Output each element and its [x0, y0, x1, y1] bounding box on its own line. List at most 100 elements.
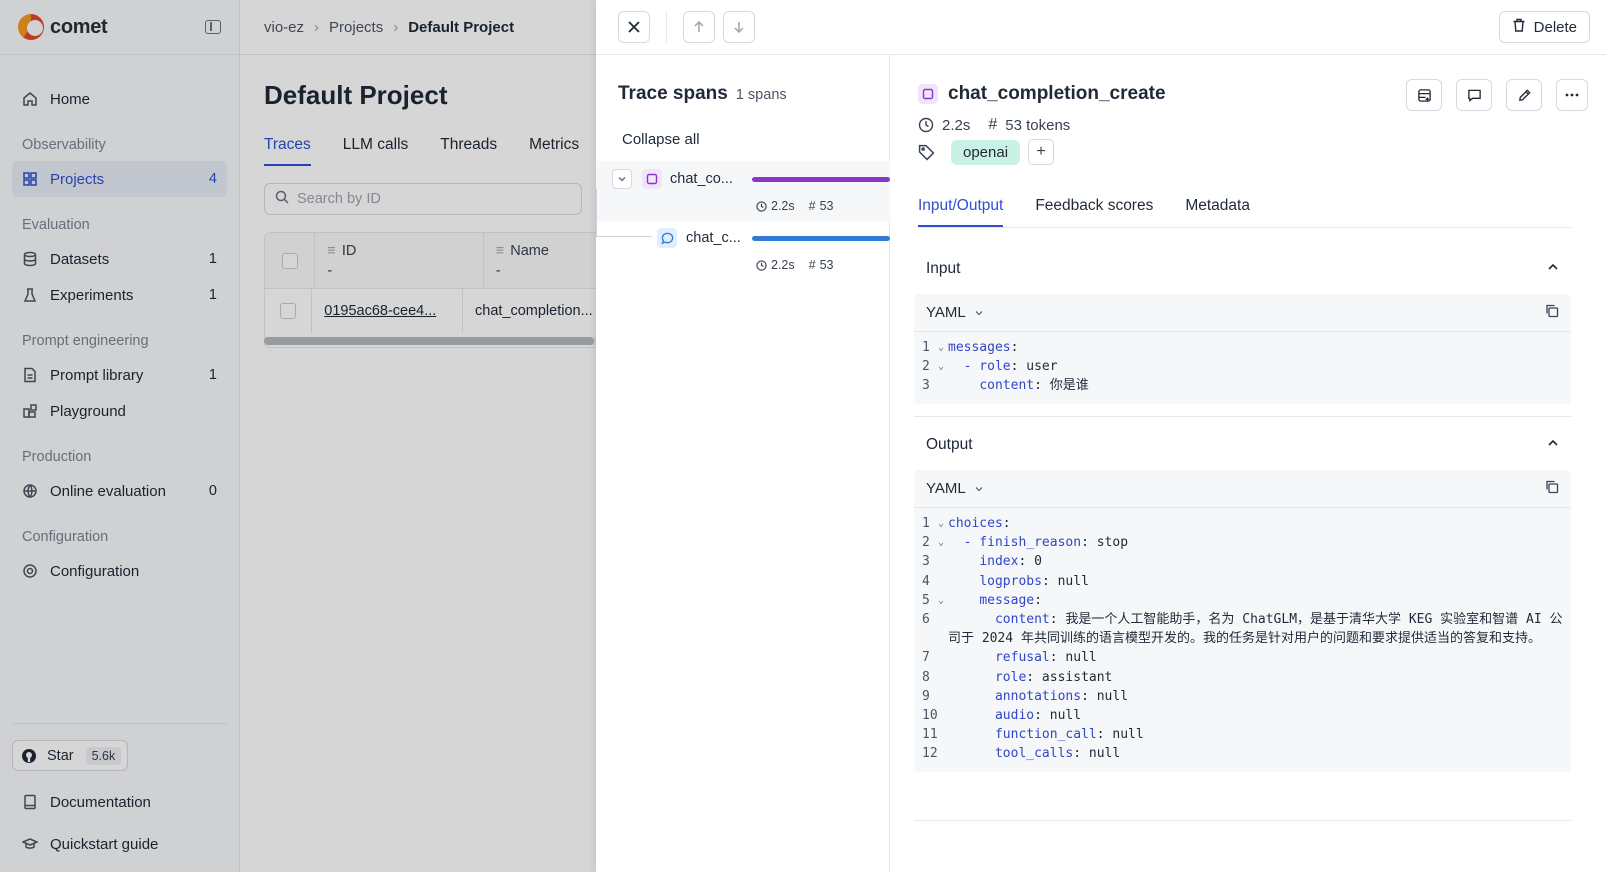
span-duration-value: 2.2s: [771, 258, 795, 272]
output-section-header[interactable]: Output: [914, 420, 1571, 470]
yaml-value: null: [1041, 708, 1082, 724]
annotate-button[interactable]: [1506, 79, 1542, 111]
span-tokens-value: 53: [819, 199, 834, 213]
copy-icon[interactable]: [1545, 480, 1559, 498]
line-number: 6: [922, 610, 948, 648]
arrow-down-icon: [734, 22, 744, 33]
output-format-select[interactable]: YAML: [926, 480, 984, 497]
line-number: 7: [922, 648, 948, 667]
line-number-text: 12: [922, 746, 938, 762]
input-format-select[interactable]: YAML: [926, 304, 984, 321]
code-line: 9 annotations: null: [922, 687, 1563, 706]
yaml-key: choices: [948, 516, 1003, 531]
fold-chevron-icon[interactable]: ⌄: [938, 591, 944, 610]
more-horizontal-icon: [1565, 93, 1579, 97]
line-number-text: 1: [922, 340, 930, 355]
line-number-text: 4: [922, 573, 930, 589]
yaml-key: refusal: [994, 650, 1050, 666]
add-tag-button[interactable]: +: [1028, 139, 1055, 165]
span-tokens: # 53 tokens: [988, 116, 1070, 134]
tab-input-output[interactable]: Input/Output: [918, 197, 1004, 227]
chevron-down-icon[interactable]: [612, 169, 632, 189]
fold-chevron-icon[interactable]: ⌄: [938, 338, 944, 357]
span-tokens-value: 53 tokens: [1005, 116, 1071, 134]
modal-backdrop[interactable]: [0, 0, 596, 872]
span-stats: 2.2s # 53 tokens: [918, 116, 1070, 134]
copy-icon[interactable]: [1545, 304, 1559, 322]
fold-chevron-icon[interactable]: ⌄: [938, 514, 944, 533]
line-content: message:: [979, 592, 1042, 608]
code-line: 8 role: assistant: [922, 668, 1563, 687]
output-section: Output YAML 1 ⌄ choices: 2 ⌄ - finish_re…: [914, 420, 1571, 772]
input-section-header[interactable]: Input: [914, 244, 1571, 294]
close-button[interactable]: [618, 11, 650, 43]
line-number-text: 7: [922, 650, 930, 666]
yaml-key: function_call: [994, 727, 1097, 743]
previous-trace-button[interactable]: [683, 11, 715, 43]
code-line: 1 ⌄ messages:: [922, 338, 1563, 357]
span-row[interactable]: chat_c... 2.2s # 53: [596, 221, 890, 281]
yaml-key: content: [994, 612, 1050, 628]
hash-icon: #: [988, 116, 998, 133]
chevron-up-icon[interactable]: [1547, 260, 1559, 278]
hash-icon: #: [808, 199, 816, 213]
chevron-up-icon[interactable]: [1547, 436, 1559, 454]
tag-icon: [918, 144, 935, 161]
comment-button[interactable]: [1456, 79, 1492, 111]
span-meta: 2.2s # 53: [756, 199, 834, 213]
collapse-all-button[interactable]: Collapse all: [622, 131, 700, 148]
span-duration-bar: [752, 236, 890, 241]
yaml-value: user: [1018, 359, 1058, 375]
line-content: messages:: [948, 340, 1019, 355]
yaml-key: audio: [994, 708, 1035, 724]
tab-feedback-scores[interactable]: Feedback scores: [1035, 197, 1153, 227]
tag-openai[interactable]: openai: [951, 139, 1021, 165]
span-duration: 2.2s: [756, 258, 795, 272]
line-number: 3: [922, 376, 948, 395]
add-to-dataset-button[interactable]: [1406, 79, 1442, 111]
yaml-value: stop: [1088, 535, 1129, 551]
next-trace-button[interactable]: [723, 11, 755, 43]
code-line: 2 ⌄ - finish_reason: stop: [922, 533, 1563, 552]
line-content: - role: user: [963, 359, 1058, 375]
line-number-text: 2: [922, 359, 930, 375]
code-line: 10 audio: null: [922, 706, 1563, 725]
line-number-text: 5: [922, 592, 930, 608]
trace-spans-header: Trace spans 1 spans: [618, 83, 787, 105]
chevron-down-icon: [975, 486, 983, 491]
code-line: 3 content: 你是谁: [922, 376, 1563, 395]
yaml-key: tool_calls: [994, 746, 1074, 762]
yaml-value: null: [1104, 727, 1144, 743]
input-label: Input: [926, 260, 961, 277]
more-options-button[interactable]: [1556, 79, 1588, 111]
output-code-box: YAML 1 ⌄ choices: 2 ⌄ - finish_reason: stop…: [914, 470, 1571, 772]
yaml-key: annotations: [994, 688, 1082, 704]
input-code-box: YAML 1 ⌄ messages: 2 ⌄ - role: user 3 conte…: [914, 294, 1571, 404]
database-plus-icon: [1417, 88, 1431, 102]
span-name: chat_c...: [686, 230, 741, 246]
yaml-value: null: [1081, 746, 1121, 762]
output-code[interactable]: 1 ⌄ choices: 2 ⌄ - finish_reason: stop 3 in…: [914, 508, 1571, 772]
fold-chevron-icon[interactable]: ⌄: [938, 357, 944, 376]
line-content: - finish_reason: stop: [963, 535, 1129, 551]
yaml-key: - finish_reason: [963, 535, 1082, 551]
code-line: 5 ⌄ message:: [922, 591, 1563, 610]
span-detail-header: chat_completion_create: [918, 83, 1166, 105]
span-duration-value: 2.2s: [942, 116, 971, 134]
line-content: refusal: null: [994, 650, 1097, 666]
input-code[interactable]: 1 ⌄ messages: 2 ⌄ - role: user 3 content: 你…: [914, 332, 1571, 404]
trace-icon: [918, 84, 938, 104]
tab-metadata[interactable]: Metadata: [1185, 197, 1250, 227]
span-tokens: # 53: [809, 258, 834, 272]
fold-chevron-icon[interactable]: ⌄: [938, 533, 944, 552]
line-number-text: 2: [922, 535, 930, 551]
pencil-icon: [1518, 88, 1531, 101]
line-content: function_call: null: [994, 727, 1144, 743]
line-content: content: 我是一个人工智能助手，名为 ChatGLM，是基于清华大学 K…: [948, 612, 1563, 647]
input-section: Input YAML 1 ⌄ messages: 2 ⌄ - role: use…: [914, 244, 1571, 404]
line-number: 1 ⌄: [922, 514, 948, 533]
delete-button[interactable]: Delete: [1498, 11, 1590, 43]
line-number-text: 3: [922, 378, 930, 394]
line-number: 10: [922, 706, 948, 725]
panel-toolbar: Delete: [596, 0, 1606, 55]
